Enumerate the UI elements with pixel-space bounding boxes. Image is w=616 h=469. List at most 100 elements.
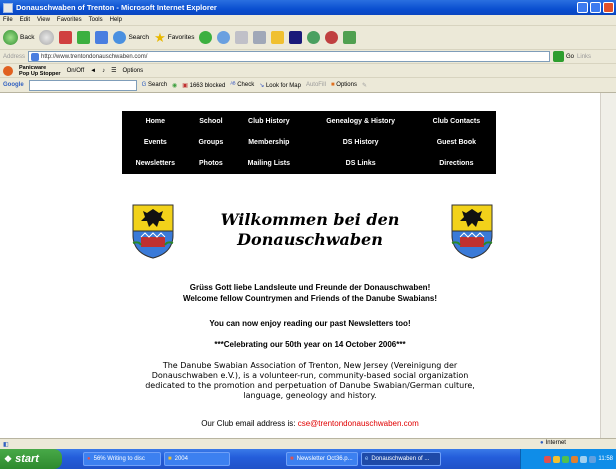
taskbar-item-writing[interactable]: ● 56% Writing to disc (83, 452, 161, 466)
greeting-english: Welcome fellow Countrymen and Friends of… (182, 294, 438, 303)
logo-line2: Pop Up Stopper (19, 70, 61, 77)
association-description: The Danube Swabian Association of Trento… (145, 361, 475, 400)
nav-link-photos[interactable]: Photos (189, 153, 233, 174)
back-arrow-icon (3, 30, 18, 45)
address-bar: Address http://www.trentondonauschwaben.… (0, 50, 616, 64)
forward-button[interactable] (39, 30, 55, 45)
lookfor-label: Look for Map (265, 82, 301, 89)
menu-help[interactable]: Help (110, 17, 122, 23)
refresh-icon[interactable] (77, 31, 91, 44)
back-label: Back (20, 34, 35, 41)
options-icon: ■ (330, 82, 335, 88)
look-for-map-button[interactable]: ↘ Look for Map (259, 82, 301, 89)
nav-link-genealogy[interactable]: Genealogy & History (305, 111, 417, 132)
list-icon[interactable]: ☰ (111, 67, 116, 74)
menu-edit[interactable]: Edit (20, 17, 30, 23)
messenger-icon[interactable] (307, 31, 321, 44)
nav-link-club-history[interactable]: Club History (233, 111, 304, 132)
research-icon[interactable] (325, 31, 339, 44)
newsletters-notice: You can now enjoy reading our past Newsl… (209, 319, 411, 328)
nav-link-ds-history[interactable]: DS History (305, 132, 417, 153)
page-icon (31, 52, 40, 61)
nav-link-events[interactable]: Events (122, 132, 189, 153)
clock[interactable]: 11:58 (598, 456, 613, 462)
links-button[interactable]: Links (577, 54, 591, 60)
taskbar-item-ie[interactable]: e Donauschwaben of ... (361, 452, 441, 466)
nav-link-ds-links[interactable]: DS Links (305, 153, 417, 174)
google-logo[interactable]: Google (3, 82, 24, 88)
print-icon[interactable] (253, 31, 267, 44)
popup-options-button[interactable]: Options (122, 68, 143, 74)
music-icon[interactable]: ♪ (102, 68, 105, 74)
h-icon[interactable] (289, 31, 303, 44)
coat-of-arms-left (132, 204, 174, 259)
menu-file[interactable]: File (3, 17, 13, 23)
star-icon: ★ (154, 29, 166, 45)
tray-icon-6[interactable] (589, 455, 597, 463)
google-toolbar: Google G Search ◉ ▣ 1663 blocked ᴬᴮ Chec… (0, 78, 616, 93)
minimize-button[interactable] (577, 2, 588, 13)
sound-icon[interactable]: ◄ (90, 68, 96, 74)
nav-link-directions[interactable]: Directions (417, 153, 496, 174)
nav-link-school[interactable]: School (189, 111, 233, 132)
favorites-button[interactable]: ★ Favorites (154, 30, 194, 46)
celebration-notice: ***Celebrating our 50th year on 14 Octob… (214, 340, 406, 349)
address-input[interactable]: http://www.trentondonauschwaben.com/ (28, 51, 551, 62)
nav-row: Newsletters Photos Mailing Lists DS Link… (122, 153, 496, 174)
menu-favorites[interactable]: Favorites (57, 17, 82, 23)
pencil-icon[interactable]: ✎ (362, 82, 367, 89)
task-label-ie: Donauschwaben of ... (371, 456, 430, 462)
home-icon[interactable] (95, 31, 109, 44)
back-button[interactable]: Back (3, 30, 34, 45)
history-icon[interactable] (217, 31, 231, 44)
vertical-scrollbar[interactable] (600, 93, 616, 438)
search-button[interactable]: Search (113, 31, 149, 44)
network-icon[interactable] (343, 31, 357, 44)
ie-task-icon: e (365, 456, 369, 462)
start-button[interactable]: ❖ start (0, 449, 62, 469)
google-options-button[interactable]: ■ Options (331, 82, 357, 88)
nav-link-membership[interactable]: Membership (233, 132, 304, 153)
google-search-icon: G (141, 82, 147, 88)
tray-icon-3[interactable] (562, 455, 570, 463)
nav-link-guest-book[interactable]: Guest Book (417, 132, 496, 153)
taskbar-item-2004[interactable]: ■ 2004 (164, 452, 230, 466)
blocker-icon: ▣ (182, 82, 188, 89)
close-button[interactable] (603, 2, 614, 13)
autofill-button[interactable]: AutoFill (306, 82, 326, 88)
folder-icon[interactable] (271, 31, 285, 44)
maximize-button[interactable] (590, 2, 601, 13)
google-search-input[interactable] (28, 79, 137, 91)
window-titlebar[interactable]: Donauschwaben of Trenton - Microsoft Int… (0, 0, 616, 15)
nav-link-groups[interactable]: Groups (189, 132, 233, 153)
tray-icon-2[interactable] (553, 455, 561, 463)
nav-link-club-contacts[interactable]: Club Contacts (417, 111, 496, 132)
menu-view[interactable]: View (37, 17, 50, 23)
onoff-button[interactable]: On/Off (67, 68, 85, 74)
taskbar-item-newsletter[interactable]: ■ Newsletter Oct36.p... (286, 452, 358, 466)
email-link[interactable]: cse@trentondonauschwaben.com (298, 419, 419, 428)
favorites-label: Favorites (167, 34, 195, 41)
go-button[interactable]: Go (553, 51, 574, 62)
site-navigation: Home School Club History Genealogy & His… (122, 111, 496, 174)
mail-icon[interactable] (235, 31, 249, 44)
page-rank-icon[interactable]: ◉ (172, 82, 177, 89)
tray-icon-5[interactable] (580, 455, 588, 463)
spell-check-button[interactable]: ᴬᴮ Check (230, 82, 254, 88)
tray-icon-1[interactable] (544, 455, 552, 463)
task-label-newsletter: Newsletter Oct36.p... (296, 456, 353, 462)
google-search-button[interactable]: G Search (142, 82, 167, 88)
menu-tools[interactable]: Tools (89, 17, 103, 23)
start-label: start (15, 453, 39, 465)
stop-icon[interactable] (59, 31, 73, 44)
email-line: Our Club email address is: cse@trentondo… (130, 419, 490, 429)
nav-link-newsletters[interactable]: Newsletters (122, 153, 189, 174)
coat-of-arms-right (451, 204, 493, 259)
media-icon[interactable] (199, 31, 213, 44)
popup-blocker-button[interactable]: ▣ 1663 blocked (182, 82, 225, 89)
address-url: http://www.trentondonauschwaben.com/ (41, 53, 148, 60)
nav-row: Home School Club History Genealogy & His… (122, 111, 496, 132)
nav-link-home[interactable]: Home (122, 111, 189, 132)
tray-icon-4[interactable] (571, 455, 579, 463)
nav-link-mailing-lists[interactable]: Mailing Lists (233, 153, 304, 174)
